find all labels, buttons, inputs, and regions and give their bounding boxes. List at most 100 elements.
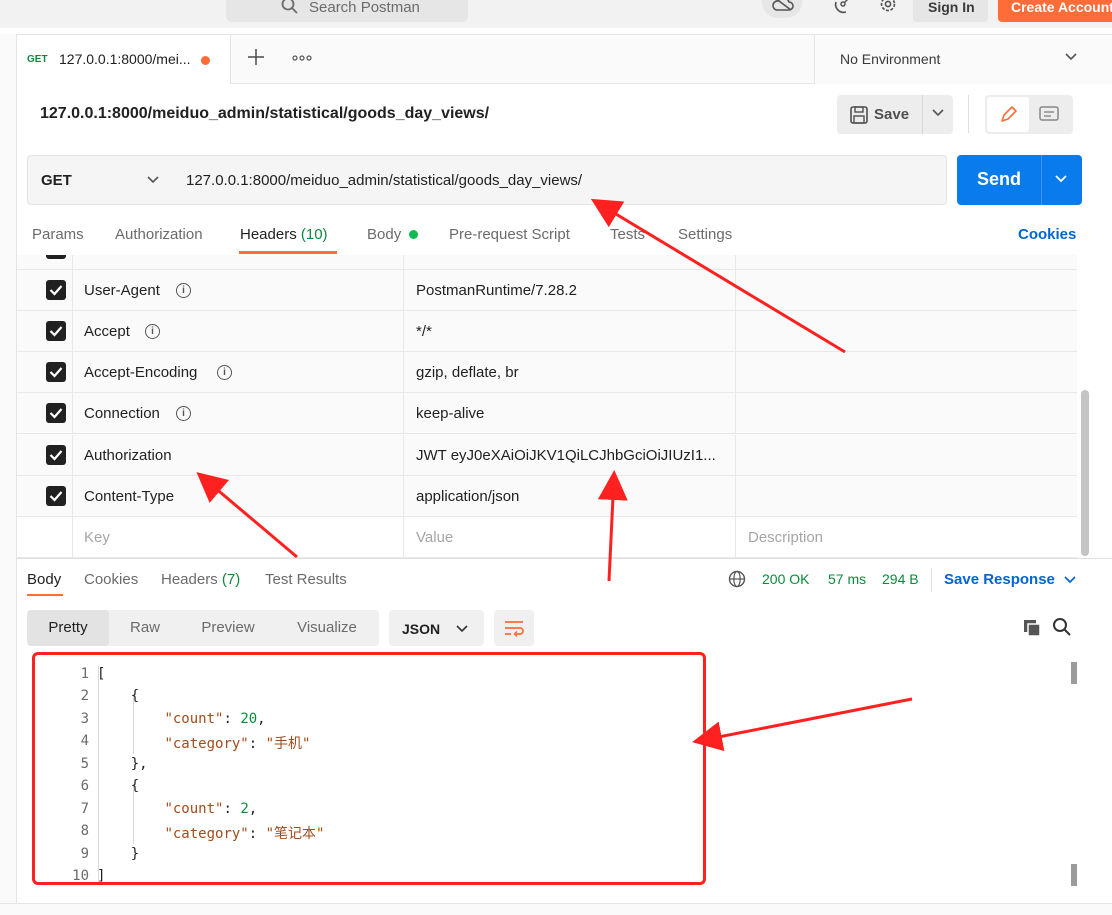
new-tab-plus-icon[interactable] bbox=[245, 46, 267, 68]
value-input[interactable]: Value bbox=[404, 517, 736, 558]
value-cell[interactable]: gzip, deflate, br bbox=[404, 352, 736, 393]
copy-icon[interactable] bbox=[1022, 618, 1042, 638]
editor-scrollbar[interactable] bbox=[1070, 662, 1078, 888]
globe-icon[interactable] bbox=[728, 570, 746, 588]
description-cell[interactable] bbox=[736, 476, 1077, 517]
header-checkbox[interactable] bbox=[46, 403, 66, 423]
key-cell[interactable]: Accept i bbox=[73, 311, 404, 352]
response-divider bbox=[17, 558, 1112, 559]
header-key: Accept bbox=[84, 323, 130, 340]
key-cell[interactable]: Connection i bbox=[73, 393, 404, 434]
view-preview-button[interactable]: Preview bbox=[187, 610, 269, 646]
response-size[interactable]: 294 B bbox=[882, 571, 919, 587]
description-cell[interactable] bbox=[736, 255, 1077, 270]
annotation-highlight-box bbox=[32, 652, 706, 885]
header-value: PostmanRuntime/7.28.2 bbox=[416, 282, 577, 299]
send-chevron-down-icon[interactable] bbox=[1054, 174, 1068, 184]
tab-headers[interactable]: Headers (10) bbox=[240, 226, 328, 243]
info-icon[interactable]: i bbox=[176, 283, 191, 298]
table-row-partial bbox=[17, 255, 1077, 270]
request-title: 127.0.0.1:8000/meiduo_admin/statistical/… bbox=[40, 105, 490, 122]
method-select[interactable]: GET bbox=[27, 155, 172, 205]
key-cell[interactable]: Content-Type bbox=[73, 476, 404, 517]
cookies-link[interactable]: Cookies bbox=[1018, 226, 1076, 243]
value-cell[interactable] bbox=[404, 255, 736, 270]
save-response-chevron-icon[interactable] bbox=[1063, 575, 1077, 585]
save-response-button[interactable]: Save Response bbox=[944, 571, 1055, 588]
header-key: Accept-Encoding bbox=[84, 364, 198, 381]
info-icon[interactable]: i bbox=[176, 406, 191, 421]
tab-params[interactable]: Params bbox=[32, 226, 84, 243]
format-label: JSON bbox=[402, 621, 441, 637]
comment-icon[interactable] bbox=[1038, 105, 1060, 125]
value-cell[interactable]: JWT eyJ0eXAiOiJKV1QiLCJhbGciOiJIUzI1... bbox=[404, 435, 736, 476]
description-cell[interactable] bbox=[736, 352, 1077, 393]
view-raw-button[interactable]: Raw bbox=[113, 610, 177, 646]
save-chevron-down-icon[interactable] bbox=[931, 108, 945, 118]
more-tabs-icon[interactable] bbox=[292, 55, 312, 61]
table-row: Connection i keep-alive bbox=[17, 393, 1077, 434]
header-value: application/json bbox=[416, 488, 520, 505]
header-checkbox[interactable] bbox=[46, 362, 66, 382]
value-cell[interactable]: application/json bbox=[404, 476, 736, 517]
tab-authorization[interactable]: Authorization bbox=[115, 226, 203, 243]
create-account-button[interactable]: Create Account bbox=[998, 0, 1112, 22]
tab-settings[interactable]: Settings bbox=[678, 226, 732, 243]
search-box[interactable]: Search Postman bbox=[226, 0, 468, 22]
satellite-icon[interactable] bbox=[833, 0, 853, 14]
key-cell[interactable] bbox=[73, 255, 404, 270]
tab-prerequest-script[interactable]: Pre-request Script bbox=[449, 226, 570, 243]
check-icon bbox=[49, 491, 63, 502]
headers-scrollbar-thumb[interactable] bbox=[1081, 390, 1089, 556]
tab-tests[interactable]: Tests bbox=[610, 226, 645, 243]
gear-icon[interactable] bbox=[877, 0, 899, 14]
save-button[interactable]: Save bbox=[837, 95, 953, 134]
chevron-down-icon bbox=[1065, 53, 1077, 61]
description-cell[interactable] bbox=[736, 311, 1077, 352]
edit-mode-button[interactable] bbox=[987, 97, 1029, 132]
view-visualize-button[interactable]: Visualize bbox=[281, 610, 373, 646]
response-tab-cookies[interactable]: Cookies bbox=[84, 571, 138, 588]
header-checkbox[interactable] bbox=[46, 321, 66, 341]
response-tab-body[interactable]: Body bbox=[27, 571, 61, 588]
response-tab-headers[interactable]: Headers (7) bbox=[161, 571, 240, 588]
response-tab-test-results[interactable]: Test Results bbox=[265, 571, 347, 588]
description-cell[interactable] bbox=[736, 393, 1077, 434]
send-button[interactable]: Send bbox=[957, 155, 1082, 205]
url-input[interactable]: 127.0.0.1:8000/meiduo_admin/statistical/… bbox=[171, 155, 947, 205]
key-input[interactable]: Key bbox=[73, 517, 404, 558]
key-cell[interactable]: User-Agent i bbox=[73, 270, 404, 311]
view-pretty-button[interactable]: Pretty bbox=[27, 610, 109, 646]
tab-body[interactable]: Body bbox=[367, 226, 401, 243]
editor-scrollbar-marker[interactable] bbox=[1071, 864, 1077, 886]
header-key: Authorization bbox=[84, 447, 172, 464]
request-tab[interactable]: GET 127.0.0.1:8000/mei... bbox=[17, 35, 231, 84]
info-icon[interactable]: i bbox=[217, 365, 232, 380]
header-checkbox[interactable] bbox=[46, 445, 66, 465]
sign-in-button[interactable]: Sign In bbox=[913, 0, 988, 22]
value-cell[interactable]: keep-alive bbox=[404, 393, 736, 434]
response-tab-indicator bbox=[27, 594, 63, 596]
key-cell[interactable]: Authorization bbox=[73, 435, 404, 476]
header-value: JWT eyJ0eXAiOiJKV1QiLCJhbGciOiJIUzI1... bbox=[416, 447, 716, 464]
editor-scrollbar-marker[interactable] bbox=[1071, 662, 1077, 684]
format-select[interactable]: JSON bbox=[389, 610, 484, 646]
description-input[interactable]: Description bbox=[736, 517, 1077, 558]
description-cell[interactable] bbox=[736, 270, 1077, 311]
value-cell[interactable]: PostmanRuntime/7.28.2 bbox=[404, 270, 736, 311]
wrap-lines-button[interactable] bbox=[494, 610, 534, 646]
key-cell[interactable]: Accept-Encoding i bbox=[73, 352, 404, 393]
status-code[interactable]: 200 OK bbox=[762, 571, 809, 587]
search-response-icon[interactable] bbox=[1052, 617, 1072, 637]
value-placeholder: Value bbox=[416, 529, 454, 546]
environment-selector[interactable]: No Environment bbox=[814, 35, 1112, 84]
header-checkbox[interactable] bbox=[46, 486, 66, 506]
header-checkbox[interactable] bbox=[46, 280, 66, 300]
header-checkbox[interactable] bbox=[46, 255, 66, 259]
info-icon[interactable]: i bbox=[145, 324, 160, 339]
value-cell[interactable]: */* bbox=[404, 311, 736, 352]
description-cell[interactable] bbox=[736, 435, 1077, 476]
send-label: Send bbox=[977, 169, 1022, 189]
response-time[interactable]: 57 ms bbox=[828, 571, 866, 587]
headers-table: User-Agent i PostmanRuntime/7.28.2 Accept… bbox=[17, 255, 1077, 558]
